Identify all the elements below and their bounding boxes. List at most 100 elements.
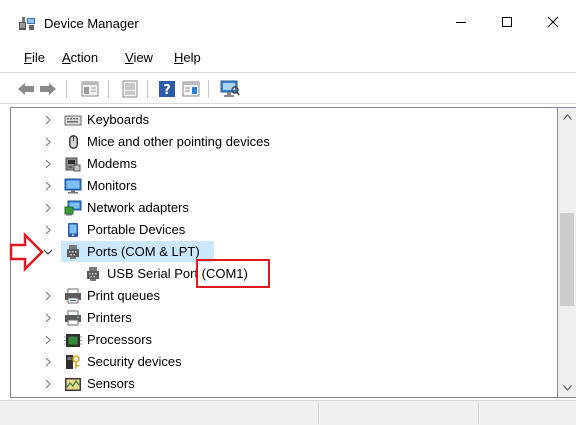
refresh-icon bbox=[122, 80, 138, 98]
device-manager-icon bbox=[19, 17, 35, 30]
menu-bar: File Action View Help bbox=[0, 46, 576, 70]
port-icon bbox=[67, 245, 79, 259]
toolbar-separator bbox=[66, 80, 67, 98]
printer-icon bbox=[65, 310, 81, 326]
properties-icon bbox=[81, 81, 99, 97]
show-hidden-button[interactable] bbox=[120, 79, 140, 99]
toolbar-separator bbox=[208, 80, 209, 98]
device-tree[interactable]: Keyboards Mice and other pointing devices… bbox=[10, 107, 558, 398]
toolbar-separator bbox=[108, 80, 109, 98]
scroll-up-button[interactable] bbox=[558, 108, 576, 126]
tree-item-label: Print queues bbox=[87, 288, 160, 303]
tree-item-label: Ports (COM & LPT) bbox=[87, 244, 200, 259]
menu-action[interactable]: Action bbox=[62, 50, 98, 65]
tree-item[interactable]: USB Serial Port (COM1) bbox=[11, 263, 557, 285]
scan-hardware-button[interactable] bbox=[220, 79, 240, 99]
menu-label: iew bbox=[133, 50, 153, 65]
tree-item[interactable]: Print queues bbox=[11, 285, 557, 307]
chevron-right-icon[interactable] bbox=[42, 334, 54, 346]
chevron-down-icon bbox=[562, 385, 572, 391]
chevron-right-icon[interactable] bbox=[42, 180, 54, 192]
device-manager-window: Device Manager File Action View Help ? K… bbox=[0, 0, 576, 425]
chevron-right-icon[interactable] bbox=[42, 356, 54, 368]
tree-item[interactable]: Printers bbox=[11, 307, 557, 329]
tree-item[interactable]: Monitors bbox=[11, 175, 557, 197]
scan-hardware-icon bbox=[220, 80, 240, 97]
scroll-thumb[interactable] bbox=[560, 213, 574, 306]
tree-item[interactable]: Mice and other pointing devices bbox=[11, 131, 557, 153]
keyboard-icon bbox=[64, 115, 82, 126]
tree-item-label: Printers bbox=[87, 310, 132, 325]
modem-icon bbox=[65, 157, 81, 172]
tree-item-label: Mice and other pointing devices bbox=[87, 134, 270, 149]
menu-accelerator: A bbox=[62, 50, 71, 65]
tree-item[interactable]: Network adapters bbox=[11, 197, 557, 219]
back-icon bbox=[18, 83, 34, 95]
minimize-button[interactable] bbox=[438, 0, 484, 44]
forward-button[interactable] bbox=[38, 79, 58, 99]
vertical-scrollbar[interactable] bbox=[558, 107, 576, 398]
update-driver-icon bbox=[182, 81, 200, 97]
menu-accelerator: F bbox=[24, 50, 32, 65]
chevron-right-icon[interactable] bbox=[42, 290, 54, 302]
tree-item-label: Monitors bbox=[87, 178, 137, 193]
tree-item-label: Modems bbox=[87, 156, 137, 171]
tree-item-label: Security devices bbox=[87, 354, 182, 369]
print-queue-icon bbox=[65, 288, 81, 304]
close-icon bbox=[547, 16, 559, 28]
back-button[interactable] bbox=[16, 79, 36, 99]
chevron-right-icon[interactable] bbox=[42, 136, 54, 148]
menu-help[interactable]: Help bbox=[174, 50, 201, 65]
menu-file[interactable]: File bbox=[24, 50, 45, 65]
tree-item[interactable]: Security devices bbox=[11, 351, 557, 373]
sensor-icon bbox=[65, 378, 81, 391]
menu-view[interactable]: View bbox=[125, 50, 153, 65]
svg-text:?: ? bbox=[163, 83, 171, 98]
toolbar: ? bbox=[0, 72, 576, 104]
chevron-right-icon[interactable] bbox=[42, 158, 54, 170]
maximize-button[interactable] bbox=[484, 0, 530, 44]
forward-icon bbox=[40, 83, 56, 95]
window-title: Device Manager bbox=[44, 16, 139, 31]
update-driver-button[interactable] bbox=[181, 79, 201, 99]
tree-item[interactable]: Sensors bbox=[11, 373, 557, 395]
help-button[interactable]: ? bbox=[157, 79, 177, 99]
menu-accelerator: H bbox=[174, 50, 184, 65]
help-icon: ? bbox=[159, 81, 175, 98]
tree-item[interactable]: Software devices bbox=[11, 395, 557, 397]
tree-item[interactable]: Portable Devices bbox=[11, 219, 557, 241]
tree-item[interactable]: Ports (COM & LPT) bbox=[11, 241, 557, 263]
network-adapter-icon bbox=[64, 200, 82, 216]
status-pane bbox=[318, 403, 478, 424]
properties-button[interactable] bbox=[80, 79, 100, 99]
title-bar[interactable]: Device Manager bbox=[0, 0, 576, 44]
scroll-down-button[interactable] bbox=[558, 379, 576, 397]
portable-device-icon bbox=[68, 223, 78, 237]
chevron-right-icon[interactable] bbox=[42, 114, 54, 126]
status-pane bbox=[478, 403, 576, 424]
menu-label: elp bbox=[183, 50, 201, 65]
chevron-up-icon bbox=[562, 114, 572, 120]
menu-label: ile bbox=[31, 50, 45, 65]
minimize-icon bbox=[456, 22, 466, 23]
chevron-right-icon[interactable] bbox=[42, 202, 54, 214]
chevron-right-icon[interactable] bbox=[42, 312, 54, 324]
processor-icon bbox=[64, 334, 82, 347]
mouse-icon bbox=[69, 135, 78, 149]
toolbar-separator bbox=[147, 80, 148, 98]
maximize-icon bbox=[502, 17, 512, 27]
security-device-icon bbox=[66, 355, 80, 369]
tree-item-label: Processors bbox=[87, 332, 153, 347]
tree-item[interactable]: Keyboards bbox=[11, 109, 557, 131]
port-icon bbox=[87, 267, 99, 281]
status-bar bbox=[0, 400, 576, 425]
annotation-highlight-box bbox=[196, 259, 270, 288]
tree-item-label: Keyboards bbox=[87, 112, 150, 127]
tree-item[interactable]: Modems bbox=[11, 153, 557, 175]
menu-label: ction bbox=[70, 50, 99, 65]
tree-item-label: Network adapters bbox=[87, 200, 189, 215]
close-button[interactable] bbox=[530, 0, 576, 44]
tree-item-label: Portable Devices bbox=[87, 222, 186, 237]
chevron-right-icon[interactable] bbox=[42, 378, 54, 390]
tree-item[interactable]: Processors bbox=[11, 329, 557, 351]
